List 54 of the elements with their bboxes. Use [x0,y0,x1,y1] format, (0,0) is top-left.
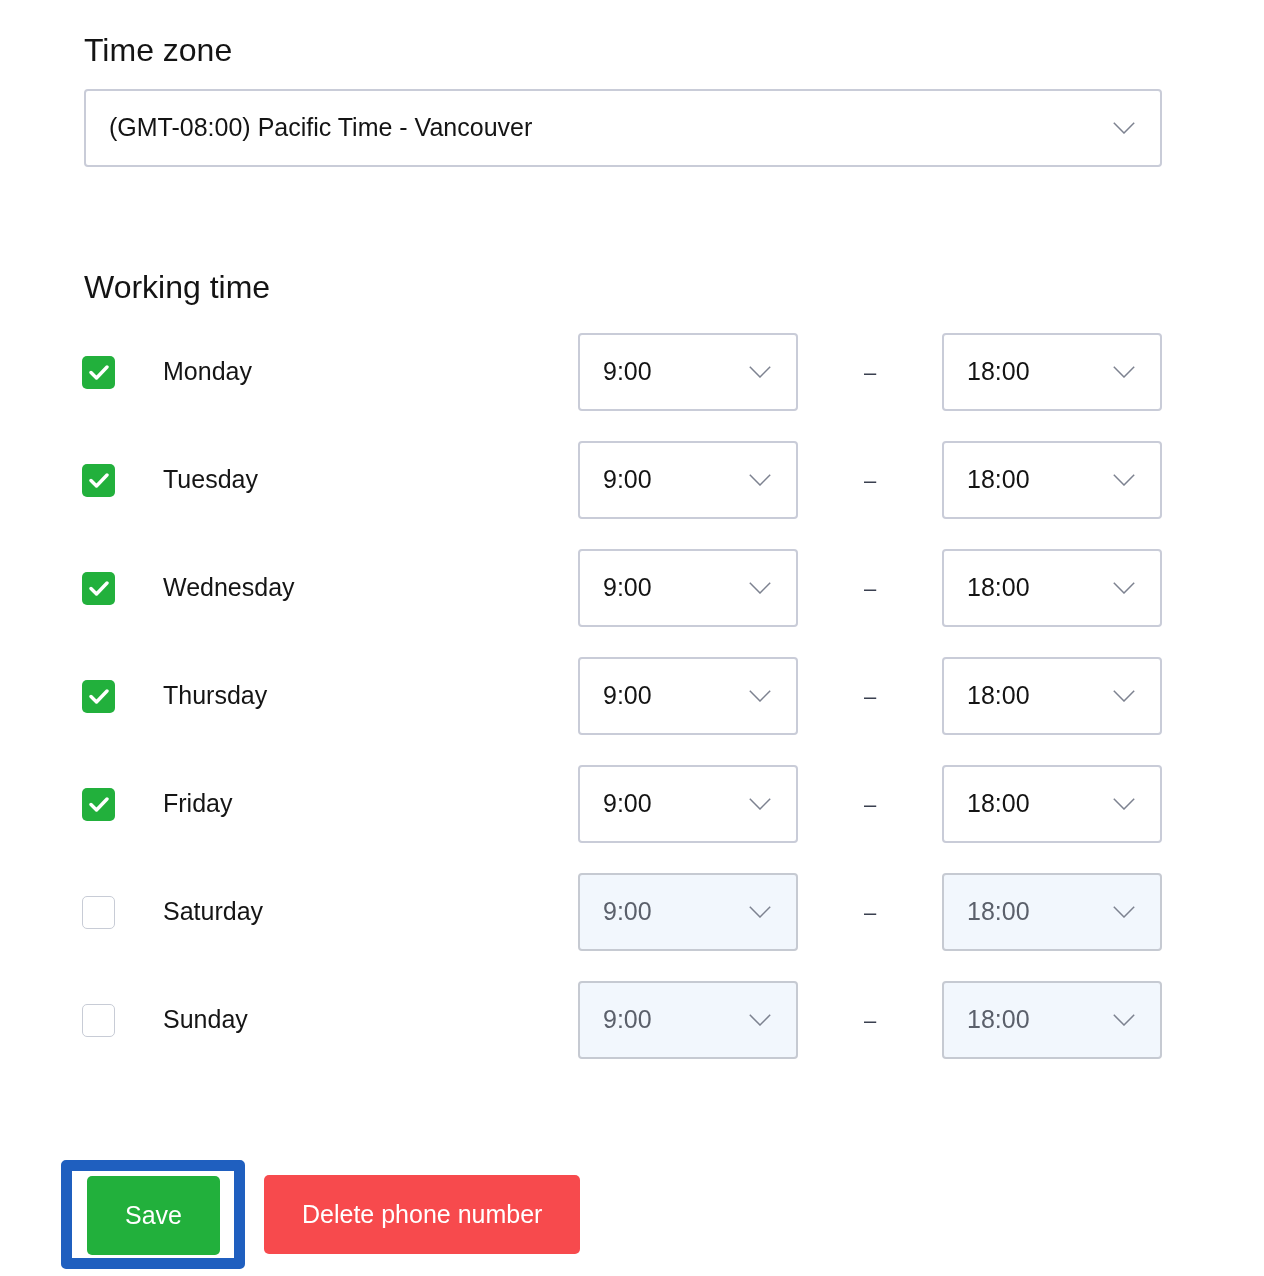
end-time-dropdown[interactable]: 18:00 [942,549,1162,627]
range-dash: – [863,682,877,711]
range-dash: – [863,574,877,603]
chevron-down-icon [1113,690,1135,702]
chevron-down-icon [749,906,771,918]
chevron-down-icon [1113,906,1135,918]
section-heading: Working time [84,268,271,306]
checkmark-icon [88,580,109,596]
checkbox[interactable] [82,355,115,389]
day-label: Thursday [163,680,268,712]
day-label: Wednesday [163,572,295,604]
checkbox[interactable] [82,895,115,929]
start-time-dropdown[interactable]: 9:00 [578,765,798,843]
checkmark-icon [88,688,109,704]
chevron-down-icon [1113,474,1135,486]
range-dash: – [863,790,877,819]
day-label: Tuesday [163,464,258,496]
checkmark-icon [88,364,109,380]
checkmark-icon [88,796,109,812]
chevron-down-icon [1113,366,1135,378]
range-dash: – [863,898,877,927]
checkbox[interactable] [82,571,115,605]
chevron-down-icon [1113,798,1135,810]
start-time-dropdown[interactable]: 9:00 [578,441,798,519]
chevron-down-icon [749,690,771,702]
chevron-down-icon [749,582,771,594]
chevron-down-icon [1113,122,1135,134]
start-time-dropdown[interactable]: 9:00 [578,333,798,411]
day-label: Friday [163,788,233,820]
range-dash: – [863,1006,877,1035]
range-dash: – [863,358,877,387]
start-time-dropdown[interactable]: 9:00 [578,549,798,627]
day-label: Saturday [163,896,264,928]
checkmark-icon [88,472,109,488]
day-label: Sunday [163,1004,248,1036]
chevron-down-icon [1113,582,1135,594]
end-time-dropdown[interactable]: 18:00 [942,765,1162,843]
end-time-dropdown[interactable]: 18:00 [942,657,1162,735]
end-time-dropdown[interactable]: 18:00 [942,333,1162,411]
day-label: Monday [163,356,252,388]
time-zone-dropdown[interactable]: (GMT-08:00) Pacific Time - Vancouver [84,89,1162,167]
checkbox[interactable] [82,787,115,821]
section-heading: Time zone [84,31,233,69]
chevron-down-icon [749,798,771,810]
chevron-down-icon [749,1014,771,1026]
chevron-down-icon [1113,1014,1135,1026]
end-time-dropdown[interactable]: 18:00 [942,441,1162,519]
checkbox[interactable] [82,1003,115,1037]
checkbox[interactable] [82,679,115,713]
checkbox[interactable] [82,463,115,497]
start-time-dropdown[interactable]: 9:00 [578,657,798,735]
chevron-down-icon [749,474,771,486]
chevron-down-icon [749,366,771,378]
range-dash: – [863,466,877,495]
